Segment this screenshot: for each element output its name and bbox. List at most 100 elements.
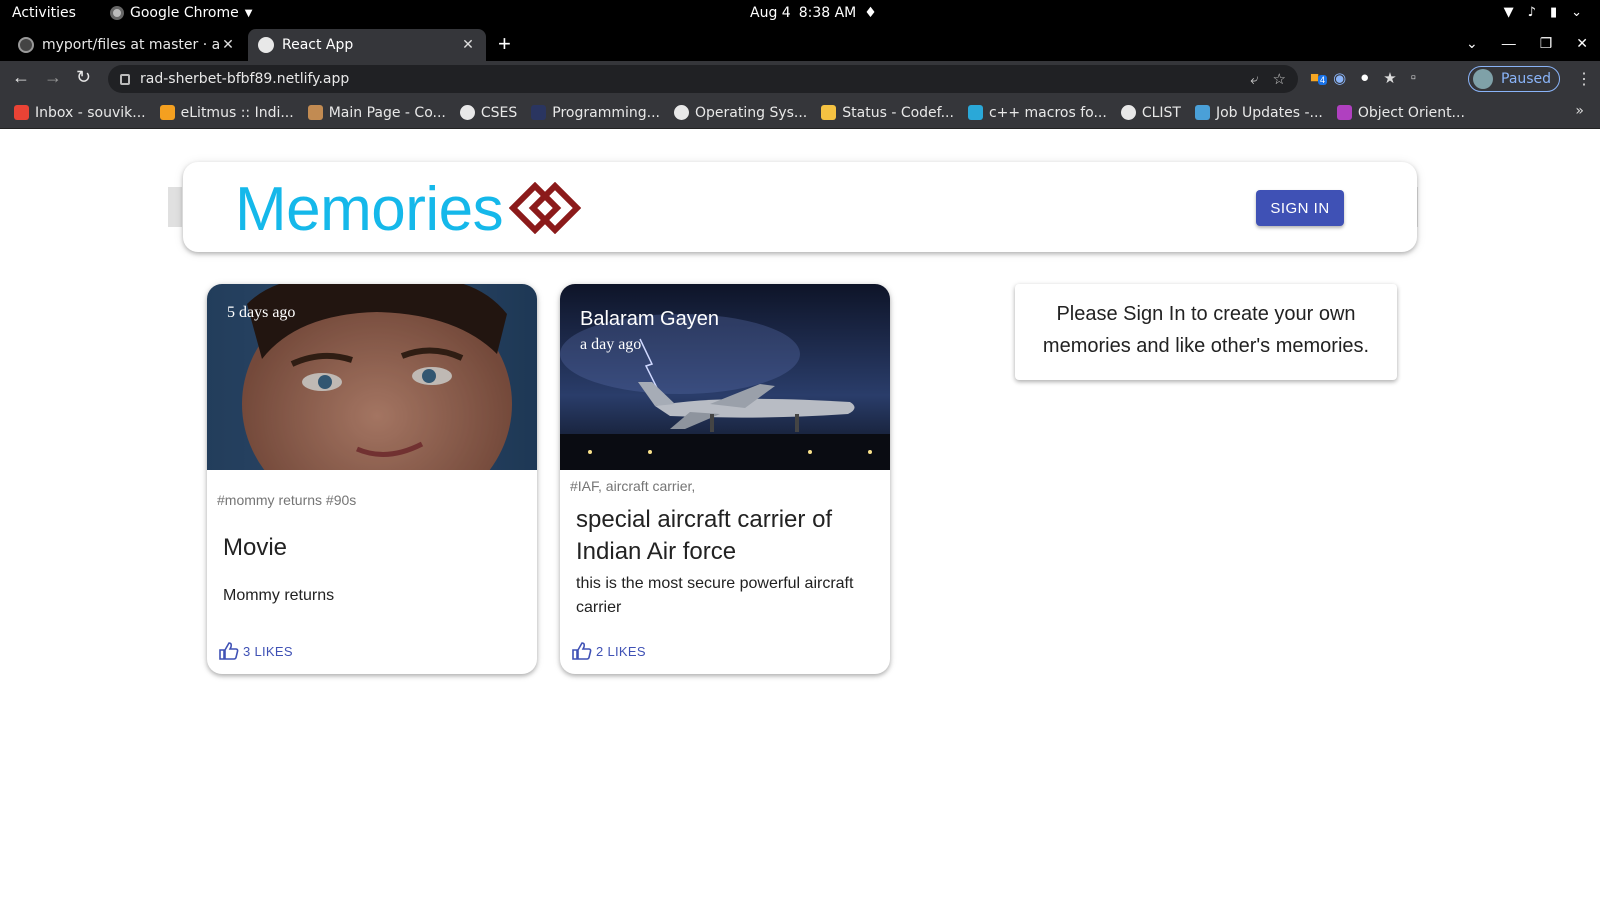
cpp-icon: [967, 105, 983, 120]
chrome-icon: [110, 6, 124, 20]
close-window-icon[interactable]: ✕: [1576, 35, 1588, 52]
tab-search-icon[interactable]: ⌄: [1466, 35, 1478, 52]
post-tags: #IAF, aircraft carrier,: [570, 478, 696, 494]
bookmark-label: CLIST: [1141, 104, 1181, 121]
bookmark-label: CSES: [480, 104, 518, 121]
post-time: 5 days ago: [227, 304, 296, 321]
cp-algorithms-icon: [307, 105, 323, 120]
bookmark-item[interactable]: c++ macros fo...: [967, 104, 1107, 121]
avatar: [1473, 69, 1493, 89]
bookmark-label: Operating Sys...: [695, 104, 808, 121]
menu-icon[interactable]: ⋮: [1576, 69, 1592, 89]
bookmark-item[interactable]: Job Updates -...: [1194, 105, 1323, 121]
bookmark-label: Status - Codef...: [842, 104, 954, 121]
memories-logo-icon: [509, 182, 581, 234]
bookmark-item[interactable]: eLitmus :: Indi...: [159, 104, 294, 121]
extension-icon[interactable]: ◉: [1333, 69, 1346, 87]
extension-icon[interactable]: ■ 4: [1310, 69, 1328, 87]
bookmark-item[interactable]: CSES: [459, 104, 518, 121]
bookmark-item[interactable]: Object Orient...: [1336, 105, 1465, 121]
elitmus-icon: [159, 105, 175, 120]
sign-in-notice: Please Sign In to create your own memori…: [1015, 284, 1397, 380]
close-icon[interactable]: ✕: [460, 37, 476, 53]
like-count: 2 LIKES: [596, 643, 646, 659]
page-content: Memories SIGN IN 5 days ago #mommy retur…: [0, 129, 1600, 900]
codeforces-icon: [821, 105, 837, 120]
post-title: Movie: [223, 534, 288, 561]
globe-icon: [1120, 105, 1136, 120]
reload-icon[interactable]: ↻: [76, 67, 91, 88]
bookmark-item[interactable]: CLIST: [1120, 104, 1181, 121]
post-card: Balaram Gayen a day ago #IAF, aircraft c…: [560, 284, 890, 674]
wifi-icon: ▼: [1503, 5, 1514, 20]
url-text[interactable]: rad-sherbet-bfbf89.netlify.app: [140, 71, 1250, 87]
activities-button[interactable]: Activities: [12, 5, 76, 21]
bookmark-label: c++ macros fo...: [988, 104, 1107, 121]
puzzle-icon[interactable]: ★: [1383, 69, 1396, 87]
post-message: Mommy returns: [223, 587, 335, 604]
tab-title: myport/files at master · a: [42, 37, 220, 53]
like-button[interactable]: 2 LIKES: [572, 642, 646, 660]
post-time: a day ago: [580, 336, 642, 353]
minimize-icon[interactable]: —: [1502, 35, 1516, 52]
tab-title: React App: [282, 37, 354, 53]
side-panel-icon[interactable]: ▫: [1411, 69, 1416, 87]
globe-icon: [258, 37, 274, 53]
bookmark-item[interactable]: Operating Sys...: [674, 105, 807, 121]
tab-strip: myport/files at master · a ✕ React App ✕…: [0, 27, 1600, 61]
profile-status: Paused: [1501, 71, 1552, 87]
extension-badge: 4: [1318, 75, 1328, 85]
oop-icon: [1336, 105, 1352, 120]
post-message: this is the most secure powerful aircraf…: [576, 575, 854, 616]
post-tags: #mommy returns #90s: [217, 492, 357, 508]
extension-icon[interactable]: ●: [1360, 69, 1369, 87]
time-label: 8:38 AM: [798, 5, 857, 21]
chevron-down-icon: ⌄: [1571, 5, 1582, 20]
alarm-icon: ♦: [864, 5, 877, 21]
bookmark-item[interactable]: Main Page - Co...: [307, 104, 446, 121]
app-menu[interactable]: Google Chrome ▼: [110, 5, 252, 21]
battery-icon: ▮: [1549, 5, 1558, 20]
bookmark-item[interactable]: Status - Codef...: [821, 105, 954, 121]
post-creator: Balaram Gayen: [580, 308, 719, 330]
sign-in-button[interactable]: SIGN IN: [1256, 190, 1344, 226]
bookmark-label: Inbox - souvik...: [35, 104, 146, 121]
bookmarks-overflow-icon[interactable]: »: [1575, 103, 1584, 119]
tab-github[interactable]: myport/files at master · a ✕: [8, 29, 246, 61]
bookmark-star-icon[interactable]: ☆: [1273, 70, 1286, 88]
bookmarks-bar: Inbox - souvik... eLitmus :: Indi... Main …: [0, 97, 1600, 129]
clock[interactable]: Aug 4 8:38 AM ♦: [750, 5, 877, 21]
back-icon[interactable]: ←: [12, 67, 30, 88]
thumb-up-icon: [572, 642, 592, 660]
new-tab-button[interactable]: +: [498, 33, 511, 55]
forward-icon[interactable]: →: [44, 67, 62, 88]
bookmark-label: eLitmus :: Indi...: [180, 104, 294, 121]
share-icon[interactable]: ⤶: [1250, 70, 1258, 88]
post-card: 5 days ago #mommy returns #90s Movie Mom…: [207, 284, 537, 674]
appbar-shadow-edge: [168, 187, 182, 227]
bookmark-item[interactable]: Programming...: [531, 105, 660, 121]
bookmark-item[interactable]: Inbox - souvik...: [14, 105, 146, 121]
address-bar[interactable]: rad-sherbet-bfbf89.netlify.app ⤶ ☆: [108, 65, 1298, 93]
lock-icon[interactable]: [120, 73, 130, 85]
window-controls: ⌄ — ❐ ✕: [1466, 35, 1588, 52]
restore-icon[interactable]: ❐: [1540, 35, 1553, 52]
bookmark-label: Main Page - Co...: [328, 104, 446, 121]
close-icon[interactable]: ✕: [220, 37, 236, 53]
system-tray[interactable]: ▼ ♪ ▮ ⌄: [1504, 5, 1582, 20]
profile-button[interactable]: Paused: [1468, 66, 1560, 92]
like-count: 3 LIKES: [243, 643, 293, 659]
globe-icon: [459, 105, 475, 120]
browser-toolbar: ← → ↻ rad-sherbet-bfbf89.netlify.app ⤶ ☆…: [0, 61, 1600, 97]
date-label: Aug 4: [750, 5, 791, 21]
github-icon: [18, 37, 34, 53]
like-button[interactable]: 3 LIKES: [219, 642, 293, 660]
job-updates-icon: [1194, 105, 1210, 120]
globe-icon: [674, 105, 689, 120]
chevron-down-icon: ▼: [244, 7, 253, 19]
extensions-area: ■ 4 ◉ ● ★ ▫: [1310, 69, 1416, 87]
tab-react-app[interactable]: React App ✕: [248, 29, 486, 61]
gmail-icon: [14, 105, 29, 120]
brand-title[interactable]: Memories: [235, 174, 504, 245]
volume-icon: ♪: [1527, 5, 1536, 20]
